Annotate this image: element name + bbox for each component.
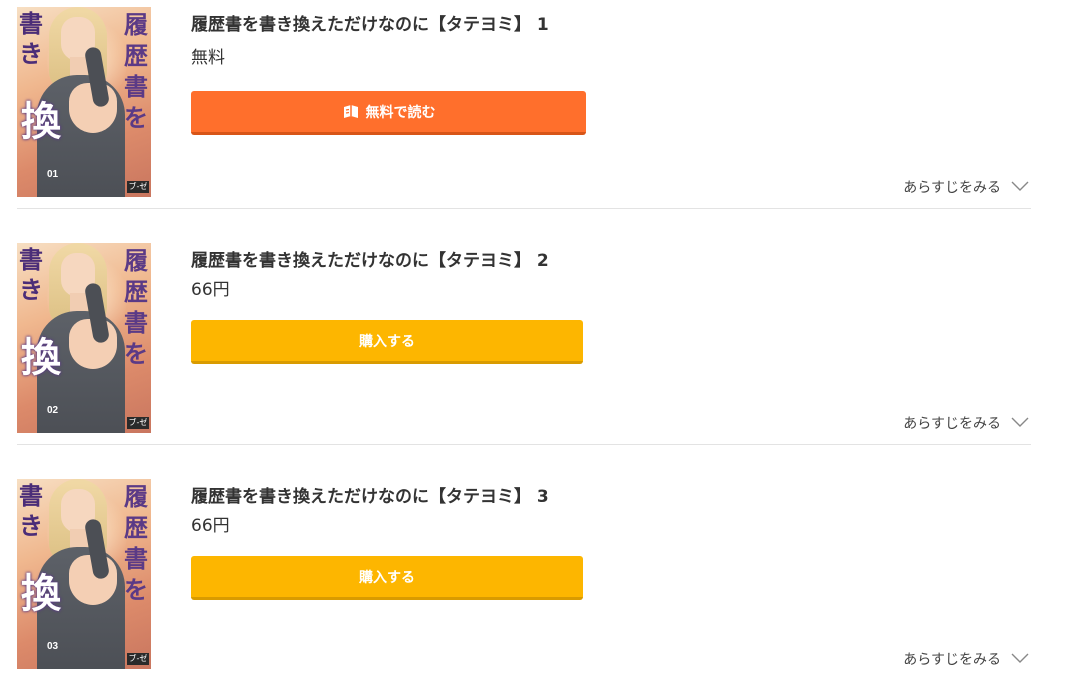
read-free-button[interactable]: 無料で読む: [191, 91, 586, 135]
synopsis-label: あらすじをみる: [903, 180, 1001, 196]
chevron-down-icon: [1011, 415, 1029, 431]
divider: [17, 208, 1031, 209]
open-book-icon: [342, 103, 360, 121]
cover-right-title: 履歴書を: [124, 10, 148, 132]
cover-volume-number: 02: [47, 405, 59, 416]
volume-title[interactable]: 履歴書を書き換えただけなのに【タテヨミ】 3: [191, 482, 549, 507]
cover-left-title: 書き: [19, 481, 43, 540]
cover-big-char: 換: [21, 570, 61, 617]
divider: [17, 444, 1031, 445]
volume-title[interactable]: 履歴書を書き換えただけなのに【タテヨミ】 2: [191, 246, 549, 271]
cover-right-title: 履歴書を: [124, 246, 148, 368]
list-item: 書き 履歴書を 換 03 ブ-ゼ 履歴書を書き換えただけなのに【タテヨミ】 3 …: [17, 479, 1031, 669]
cover-image[interactable]: 書き 履歴書を 換 02 ブ-ゼ: [17, 243, 151, 433]
chevron-down-icon: [1011, 179, 1029, 195]
volume-price: 無料: [191, 48, 225, 68]
cover-volume-number: 01: [47, 169, 59, 180]
cover-publisher-logo: ブ-ゼ: [127, 417, 149, 429]
cover-image[interactable]: 書き 履歴書を 換 03 ブ-ゼ: [17, 479, 151, 669]
cover-left-title: 書き: [19, 9, 43, 68]
synopsis-label: あらすじをみる: [903, 652, 1001, 668]
volume-list: 書き 履歴書を 換 01 ブ-ゼ 履歴書を書き換えただけなのに【タテヨミ】 1 …: [0, 0, 1088, 678]
cover-big-char: 換: [21, 98, 61, 145]
synopsis-toggle[interactable]: あらすじをみる: [903, 649, 1031, 669]
volume-title[interactable]: 履歴書を書き換えただけなのに【タテヨミ】 1: [191, 10, 549, 35]
cover-left-title: 書き: [19, 245, 43, 304]
read-free-button-label: 無料で読む: [365, 104, 436, 121]
purchase-button[interactable]: 購入する: [191, 556, 583, 600]
purchase-button[interactable]: 購入する: [191, 320, 583, 364]
chevron-down-icon: [1011, 651, 1029, 667]
cover-big-char: 換: [21, 334, 61, 381]
synopsis-toggle[interactable]: あらすじをみる: [903, 413, 1031, 433]
purchase-button-label: 購入する: [359, 333, 415, 350]
synopsis-label: あらすじをみる: [903, 416, 1001, 432]
volume-price: 66円: [191, 516, 230, 536]
cover-image[interactable]: 書き 履歴書を 換 01 ブ-ゼ: [17, 7, 151, 197]
list-item: 書き 履歴書を 換 01 ブ-ゼ 履歴書を書き換えただけなのに【タテヨミ】 1 …: [17, 7, 1031, 197]
volume-price: 66円: [191, 280, 230, 300]
cover-volume-number: 03: [47, 641, 59, 652]
cover-right-title: 履歴書を: [124, 482, 148, 604]
cover-publisher-logo: ブ-ゼ: [127, 181, 149, 193]
synopsis-toggle[interactable]: あらすじをみる: [903, 177, 1031, 197]
purchase-button-label: 購入する: [359, 569, 415, 586]
list-item: 書き 履歴書を 換 02 ブ-ゼ 履歴書を書き換えただけなのに【タテヨミ】 2 …: [17, 243, 1031, 433]
cover-publisher-logo: ブ-ゼ: [127, 653, 149, 665]
